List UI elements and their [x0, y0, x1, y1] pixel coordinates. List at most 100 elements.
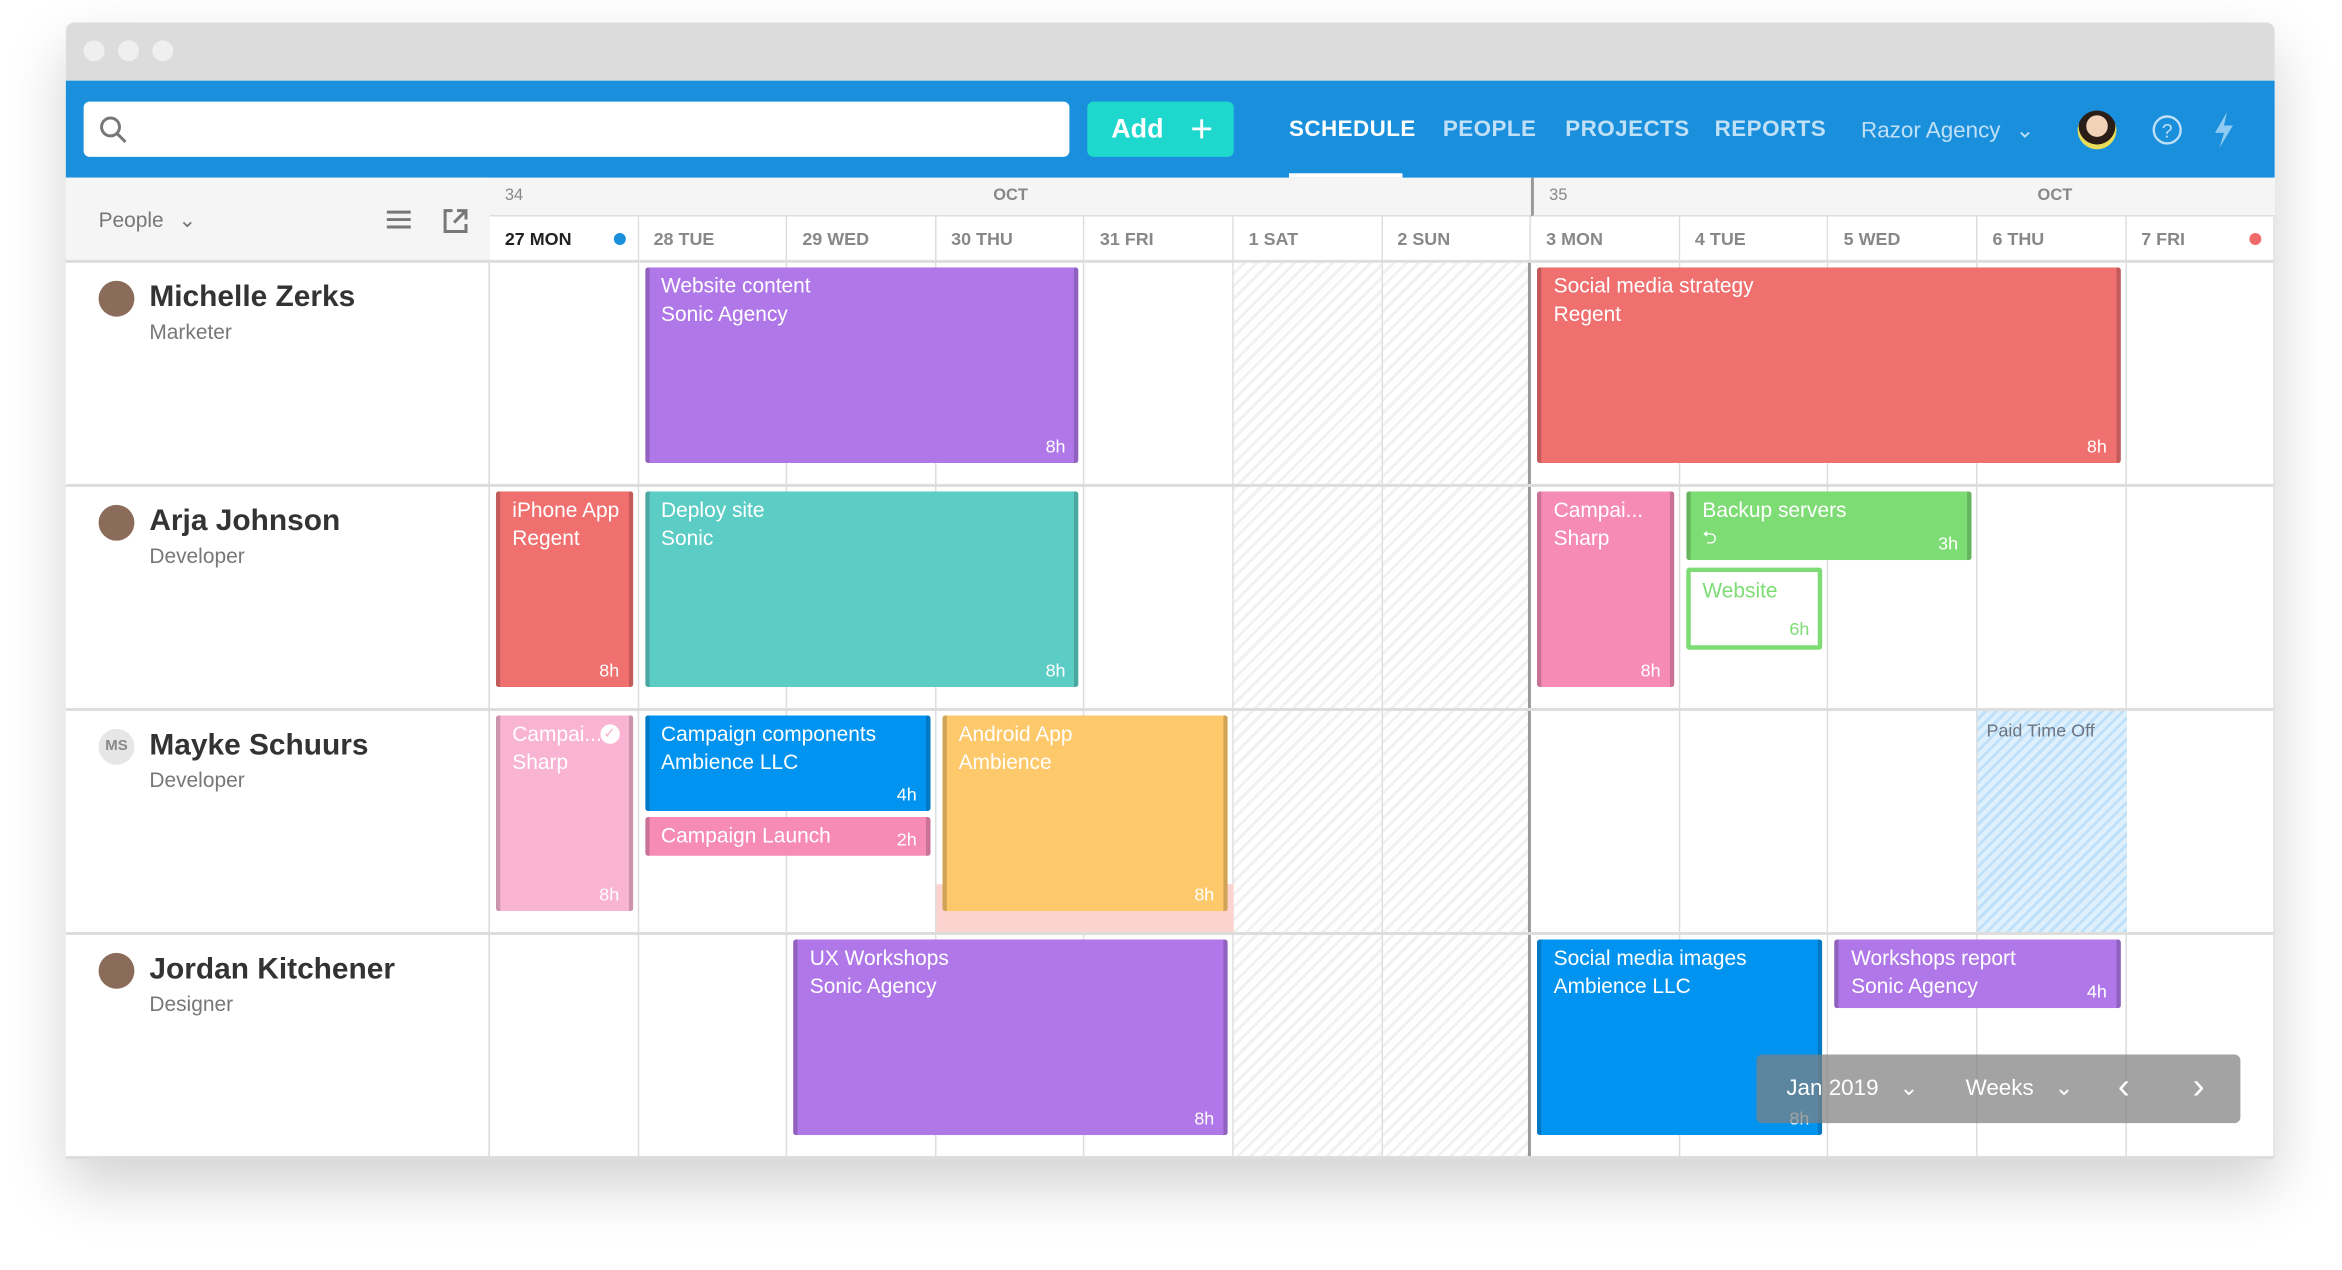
event-title: Social media strategy [1553, 273, 1754, 298]
person-row[interactable]: MS Mayke Schuurs Developer [65, 711, 490, 935]
chevron-right-icon: › [2192, 1066, 2205, 1107]
day-header[interactable]: 3 MON [1531, 216, 1680, 263]
event-title: Campaign Launch [661, 822, 831, 847]
people-panel: People ⌄ Michelle Zerks Marketer Arja John… [65, 177, 490, 1160]
account-name: Razor Agency [1861, 117, 2001, 144]
previous-button[interactable]: ‹ [2118, 1066, 2130, 1108]
event-client: Sonic Agency [1851, 973, 1978, 998]
nav-projects[interactable]: PROJECTS [1565, 117, 1689, 142]
schedule-grid: 34 OCT 35 OCT 27 MON 28 TUE 29 WED 30 THU 31 FRI… [489, 177, 2275, 1160]
row-divider [489, 932, 2275, 935]
day-label: 27 MON [504, 228, 572, 250]
schedule-event[interactable]: Workshops report Sonic Agency 4h [1834, 939, 2121, 1009]
event-client: Sonic Agency [661, 301, 788, 326]
day-label: 28 TUE [653, 228, 715, 250]
day-header[interactable]: 7 FRI [2126, 216, 2275, 263]
schedule-event[interactable]: Campaign Launch 2h [644, 816, 931, 856]
search-input[interactable] [83, 101, 1070, 157]
week-header: 35 OCT [1531, 177, 2275, 217]
event-hours: 4h [896, 784, 917, 806]
nav-people[interactable]: PEOPLE [1443, 117, 1537, 142]
list-sort-icon[interactable] [385, 208, 412, 235]
day-label: 29 WED [802, 228, 870, 250]
add-button[interactable]: Add + [1087, 101, 1234, 157]
person-name: Mayke Schuurs [149, 728, 369, 762]
next-button[interactable]: › [2193, 1066, 2205, 1108]
schedule-event[interactable]: Backup servers ⮌ 3h [1685, 491, 1972, 561]
day-header[interactable]: 28 TUE [638, 216, 788, 263]
title-bar [65, 22, 2275, 81]
schedule-event[interactable]: Campai... Sharp 8h [1537, 491, 1674, 688]
day-label: 6 THU [1992, 228, 2045, 250]
event-title: Campaign components [661, 721, 877, 746]
person-role: Developer [149, 543, 245, 568]
event-hours: 8h [1194, 884, 1215, 906]
maximize-window-button[interactable] [152, 40, 174, 62]
user-avatar[interactable] [2077, 110, 2117, 150]
row-divider [489, 1156, 2275, 1160]
day-header[interactable]: 6 THU [1977, 216, 2127, 263]
help-icon[interactable]: ? [2151, 114, 2184, 147]
row-divider [489, 483, 2275, 487]
people-filter-dropdown[interactable]: People ⌄ [99, 208, 196, 233]
account-switcher[interactable]: Razor Agency ⌄ [1861, 117, 2034, 144]
person-row[interactable]: Arja Johnson Developer [65, 487, 490, 711]
event-title: Android App [958, 721, 1073, 746]
view-label: Weeks [1965, 1075, 2034, 1101]
person-row[interactable]: Jordan Kitchener Designer [65, 935, 490, 1160]
chevron-left-icon: ‹ [2117, 1066, 2130, 1107]
day-header[interactable]: 31 FRI [1084, 216, 1234, 263]
day-header[interactable]: 30 THU [936, 216, 1085, 263]
close-window-button[interactable] [83, 40, 105, 62]
schedule-event[interactable]: UX Workshops Sonic Agency 8h [793, 939, 1228, 1136]
person-role: Designer [149, 991, 234, 1016]
day-header[interactable]: 27 MON [489, 216, 639, 263]
event-title: Workshops report [1851, 945, 2016, 970]
date-navigation-controls: Jan 2019 ⌄ Weeks ⌄ ‹ › [1756, 1054, 2241, 1124]
day-header[interactable]: 5 WED [1828, 216, 1978, 263]
week-number: 35 [1549, 186, 1568, 205]
schedule-event[interactable]: Website content Sonic Agency 8h [644, 267, 1079, 464]
day-header[interactable]: 4 TUE [1679, 216, 1829, 263]
app-window: Add + SCHEDULE PEOPLE PROJECTS REPORTS Ra… [65, 22, 2275, 1160]
schedule-event[interactable]: Social media strategy Regent 8h [1537, 267, 2121, 464]
day-label: 1 SAT [1248, 228, 1299, 250]
person-role: Developer [149, 767, 245, 792]
period-dropdown[interactable]: Jan 2019 ⌄ [1786, 1074, 1918, 1101]
view-dropdown[interactable]: Weeks ⌄ [1965, 1074, 2074, 1101]
schedule-event[interactable]: Website 6h [1685, 567, 1823, 650]
nav-reports[interactable]: REPORTS [1715, 117, 1826, 142]
export-icon[interactable] [442, 208, 469, 235]
people-panel-header: People ⌄ [65, 177, 490, 263]
person-row[interactable]: Michelle Zerks Marketer [65, 263, 490, 487]
event-client: Regent [512, 525, 580, 550]
minimize-window-button[interactable] [117, 40, 139, 62]
event-client: Sonic [661, 525, 714, 550]
schedule-event[interactable]: Campai... Sharp ✓ 8h [495, 715, 633, 912]
event-title: Social media images [1553, 945, 1747, 970]
day-header[interactable]: 2 SUN [1382, 216, 1532, 263]
schedule-event[interactable]: Campaign components Ambience LLC 4h [644, 715, 931, 812]
chevron-down-icon: ⌄ [2054, 1075, 2074, 1101]
event-hours: 8h [1194, 1108, 1215, 1130]
schedule-event[interactable]: Deploy site Sonic 8h [644, 491, 1079, 688]
event-hours: 3h [1938, 533, 1959, 555]
day-header[interactable]: 29 WED [787, 216, 937, 263]
time-off-block[interactable]: Paid Time Off [1977, 710, 2127, 933]
event-title: UX Workshops [809, 945, 949, 970]
plus-icon: + [1190, 106, 1214, 151]
person-name: Arja Johnson [149, 504, 341, 538]
lightning-icon[interactable] [2212, 112, 2236, 148]
event-title: Website [1702, 578, 1778, 602]
person-name: Jordan Kitchener [149, 952, 396, 986]
status-dot [2249, 233, 2262, 245]
event-title: Deploy site [661, 497, 765, 522]
event-title: Website content [661, 273, 811, 298]
day-label: 7 FRI [2141, 228, 2186, 250]
nav-schedule[interactable]: SCHEDULE [1289, 117, 1416, 142]
day-label: 4 TUE [1694, 228, 1746, 250]
day-header[interactable]: 1 SAT [1233, 216, 1383, 263]
schedule-event[interactable]: iPhone App Regent 8h [495, 491, 633, 688]
period-label: Jan 2019 [1786, 1075, 1879, 1101]
schedule-event[interactable]: Android App Ambience 8h [942, 715, 1228, 912]
